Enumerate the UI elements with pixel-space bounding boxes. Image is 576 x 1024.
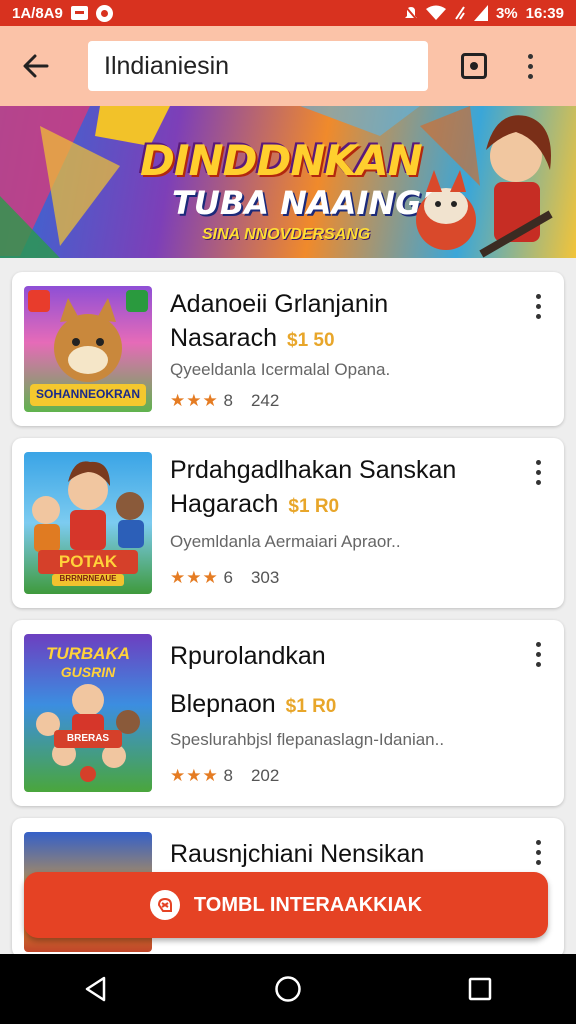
app-thumbnail: POTAK BRRNRNEAUE	[24, 452, 152, 594]
item-subtitle: Blepnaon	[170, 690, 276, 718]
nav-recents-button[interactable]	[450, 959, 510, 1019]
back-arrow-icon	[23, 54, 49, 78]
message-icon	[70, 6, 88, 20]
rating-value: 8	[223, 391, 233, 410]
thumbnail-caption: SOHANNEOKRAN	[35, 387, 140, 401]
item-price: $1 R0	[288, 496, 340, 517]
app-thumbnail: SOHANNEOKRAN	[24, 286, 152, 412]
item-price: $1 R0	[285, 696, 337, 717]
item-title: Rpurolandkan	[170, 642, 326, 670]
banner-characters	[416, 115, 553, 258]
item-rating: ★★★ 8 242	[170, 391, 279, 411]
back-triangle-icon	[85, 976, 106, 1002]
more-vert-icon	[535, 460, 541, 490]
review-count: 202	[250, 766, 280, 785]
status-left-text: 1A/8A9	[12, 4, 63, 22]
status-left: 1A/8A9	[12, 4, 113, 22]
thumbnail-art	[32, 461, 144, 586]
status-right: 3% 16:39	[404, 5, 564, 22]
wifi-icon	[425, 5, 446, 20]
item-title: Prdahgadlhakan Sanskan	[170, 456, 457, 484]
notification-icon	[95, 4, 113, 22]
search-query: Ilndianiesin	[104, 51, 230, 80]
item-more-button[interactable]	[528, 642, 548, 672]
item-description: Speslurahbjsl flepanaslagn-Idanian..	[170, 730, 445, 749]
thumbnail-caption: TURBAKA	[45, 644, 131, 663]
list-item[interactable]: POTAK BRRNRNEAUE Prdahgadlhakan Sanskan …	[12, 438, 564, 608]
app-bar: Ilndianiesin	[0, 26, 576, 106]
rating-stars: ★★★	[170, 766, 219, 785]
item-subtitle: Hagarach	[170, 490, 279, 518]
item-title-line2: Hagarach $1 R0	[170, 490, 339, 519]
status-time: 16:39	[525, 4, 564, 22]
rating-stars: ★★★	[170, 391, 219, 410]
data-icon	[455, 6, 465, 20]
system-nav-bar	[0, 954, 576, 1024]
thumbnail-caption: POTAK	[58, 552, 118, 571]
interact-button[interactable]: TOMBL INTERAAKKIAK	[24, 872, 548, 938]
item-price: $1 50	[287, 330, 335, 351]
back-button[interactable]	[0, 26, 72, 106]
more-vert-icon	[527, 53, 533, 79]
rating-value: 8	[223, 766, 233, 785]
home-circle-icon	[275, 976, 301, 1002]
item-subtitle: Nasarach	[170, 324, 277, 352]
rating-stars: ★★★	[170, 568, 219, 587]
nav-home-button[interactable]	[258, 959, 318, 1019]
thumbnail-subcaption: BRRNRNEAUE	[59, 574, 117, 583]
review-count: 242	[250, 391, 280, 410]
item-description: Qyeeldanla Icermalal Opana.	[170, 360, 391, 379]
recents-square-icon	[468, 977, 492, 1001]
rating-value: 6	[223, 568, 233, 587]
interact-button-label: TOMBL INTERAAKKIAK	[193, 893, 423, 916]
signal-icon	[473, 5, 488, 21]
item-title-line2: Nasarach $1 50	[170, 324, 335, 353]
banner-title: DINDDNKAN	[140, 136, 423, 185]
banner-tagline: SINA NNOVDERSANG	[202, 226, 371, 243]
cast-button[interactable]	[444, 26, 504, 106]
mute-icon	[404, 5, 418, 21]
status-bar: 1A/8A9 3% 16:39	[0, 0, 576, 26]
thumbnail-badge: BRERAS	[66, 733, 110, 744]
item-more-button[interactable]	[528, 294, 548, 324]
item-more-button[interactable]	[528, 460, 548, 490]
more-vert-icon	[535, 840, 541, 870]
item-title: Rausnjchiani Nensikan	[170, 840, 425, 868]
review-count: 303	[250, 568, 280, 587]
item-more-button[interactable]	[528, 840, 548, 870]
battery-text: 3%	[495, 4, 518, 22]
list-item[interactable]: SOHANNEOKRAN Adanoeii Grlanjanin Nasarac…	[12, 272, 564, 426]
more-vert-icon	[535, 642, 541, 672]
item-rating: ★★★ 8 202	[170, 766, 279, 786]
more-vert-icon	[535, 294, 541, 324]
item-title-line2: Blepnaon $1 R0	[170, 690, 336, 719]
app-thumbnail: TURBAKA GUSRIN BRERAS	[24, 634, 152, 792]
list-item[interactable]: TURBAKA GUSRIN BRERAS Rpurolandkan Blepn…	[12, 620, 564, 806]
promo-banner[interactable]: DINDDNKAN TUBA NAAINGIN SINA NNOVDERSANG	[0, 106, 576, 258]
thumbnail-subcaption: GUSRIN	[60, 664, 116, 680]
more-options-button[interactable]	[504, 26, 556, 106]
hand-icon	[149, 890, 180, 920]
item-title: Adanoeii Grlanjanin	[170, 290, 389, 318]
nav-back-button[interactable]	[66, 959, 126, 1019]
cast-icon	[461, 53, 487, 79]
item-rating: ★★★ 6 303	[170, 568, 279, 588]
search-input[interactable]: Ilndianiesin	[88, 41, 428, 91]
item-description: Oyemldanla Aermaiari Apraor..	[170, 532, 401, 551]
